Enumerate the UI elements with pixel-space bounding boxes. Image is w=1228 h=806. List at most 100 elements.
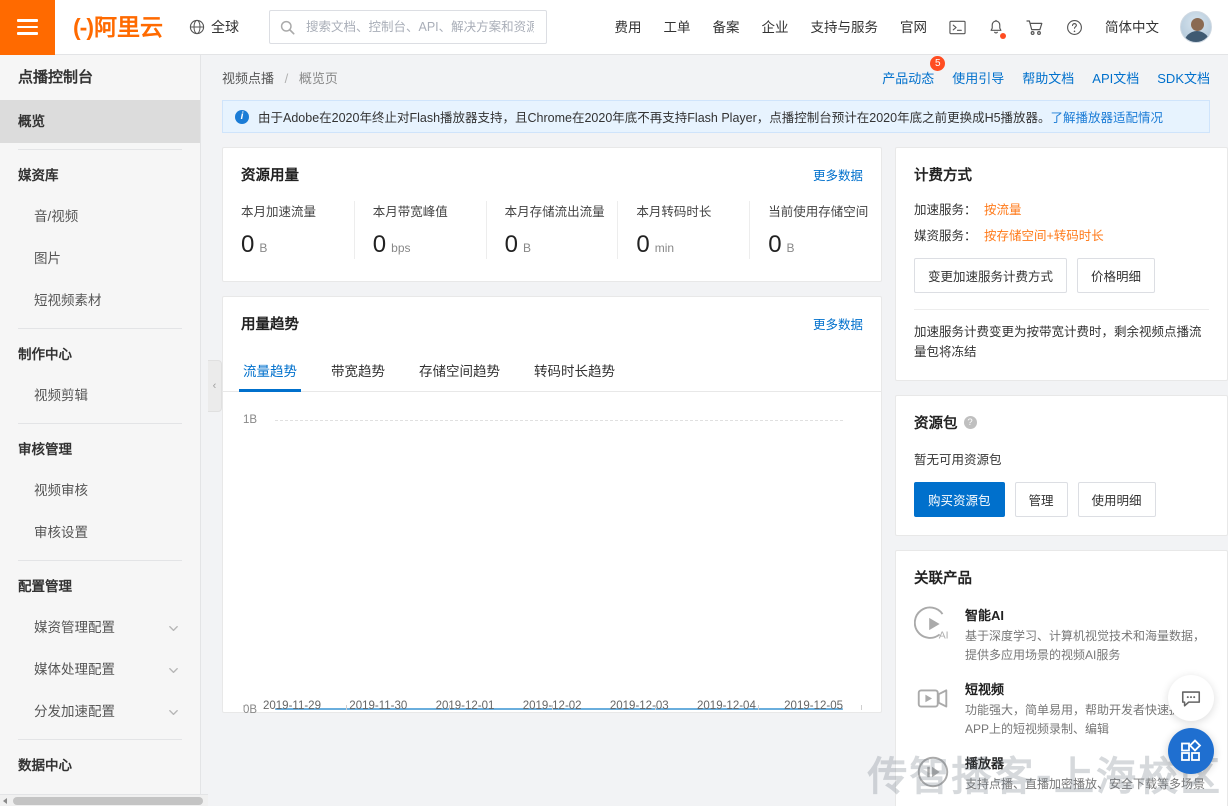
user-avatar[interactable] <box>1180 11 1212 43</box>
metric-label: 当前使用存储空间 <box>768 205 869 219</box>
metric-value: 0 <box>504 231 518 258</box>
sidebar-item-audit-settings[interactable]: 审核设置 <box>0 512 200 554</box>
billing-buttons: 变更加速服务计费方式 价格明细 <box>914 258 1209 293</box>
price-details-button[interactable]: 价格明细 <box>1077 258 1156 293</box>
doclink-usage-guide[interactable]: 使用引导 <box>952 68 1004 87</box>
billing-row-accel: 加速服务： 按流量 <box>914 199 1209 218</box>
notification-dot <box>1000 32 1006 39</box>
chart-x-tick <box>552 705 553 710</box>
metric-accel-traffic: 本月加速流量 0 B <box>223 201 355 259</box>
scrollbar-thumb[interactable] <box>13 797 203 805</box>
sidebar-group-audit-management: 审核管理 <box>18 442 72 457</box>
card-header: 资源用量 更多数据 <box>223 148 881 185</box>
search-icon <box>280 20 295 35</box>
y-axis-tick-top: 1B <box>243 414 258 426</box>
metric-value-wrap: 0 B <box>241 231 354 259</box>
sidebar-group-data-center: 数据中心 <box>18 758 72 773</box>
topnav-item-icp[interactable]: 备案 <box>702 0 751 55</box>
topnav-item-fee[interactable]: 费用 <box>604 0 653 55</box>
language-selector[interactable]: 简体中文 <box>1094 0 1170 55</box>
tab-transcode-trend[interactable]: 转码时长趋势 <box>532 352 617 391</box>
region-label: 全球 <box>210 19 239 35</box>
buy-resource-pack-button[interactable]: 购买资源包 <box>914 482 1005 517</box>
app-grid-icon <box>1181 739 1202 761</box>
metric-unit: bps <box>391 241 411 255</box>
breadcrumb-root[interactable]: 视频点播 <box>222 71 274 86</box>
sidebar-item-media-asset-config[interactable]: 媒资管理配置 <box>0 607 200 649</box>
metric-label: 本月转码时长 <box>636 205 712 219</box>
bell-icon[interactable] <box>977 19 1015 39</box>
app-grid-button[interactable] <box>1168 728 1214 774</box>
help-icon[interactable] <box>1055 19 1094 36</box>
product-item-short-video[interactable]: 短视频 功能强大，简单易用，帮助开发者快速拥有APP上的短视频录制、编辑 <box>914 679 1209 738</box>
aliyun-logo[interactable]: (-) 阿里云 <box>73 15 163 39</box>
chart-gridline <box>275 420 843 421</box>
metric-value: 0 <box>241 231 255 258</box>
sidebar-item-overview[interactable]: 概览 <box>0 100 200 143</box>
more-data-link[interactable]: 更多数据 <box>813 165 863 184</box>
sidebar-item-images[interactable]: 图片 <box>0 238 200 280</box>
more-data-link[interactable]: 更多数据 <box>813 314 863 333</box>
sidebar-scrollbar-horizontal[interactable] <box>0 794 208 806</box>
manage-button[interactable]: 管理 <box>1014 482 1068 517</box>
billing-value: 按流量 <box>984 203 1022 217</box>
sidebar-divider <box>18 328 182 329</box>
player-icon <box>917 757 949 788</box>
main-content: 视频点播 / 概览页 产品动态 5 使用引导 帮助文档 API文档 SDK文档 … <box>209 55 1228 806</box>
chevron-left-icon: ‹ <box>212 380 217 392</box>
resource-pack-card: 资源包 ? 暂无可用资源包 购买资源包 管理 使用明细 <box>895 395 1228 536</box>
sidebar-item-audio-video[interactable]: 音/视频 <box>0 196 200 238</box>
svg-text:AI: AI <box>939 630 949 641</box>
card-body: 暂无可用资源包 购买资源包 管理 使用明细 <box>896 433 1227 535</box>
doclink-sdk-doc[interactable]: SDK文档 <box>1157 68 1210 87</box>
sidebar-item-media-process-config[interactable]: 媒体处理配置 <box>0 649 200 691</box>
sidebar-item-video-editing[interactable]: 视频剪辑 <box>0 375 200 417</box>
sidebar-collapse-handle[interactable]: ‹ <box>208 360 222 412</box>
topnav-item-website[interactable]: 官网 <box>889 0 938 55</box>
metric-unit: B <box>786 241 795 255</box>
scroll-left-arrow-icon[interactable] <box>3 798 7 804</box>
sidebar-item-label: 概览 <box>18 114 45 129</box>
hamburger-icon[interactable] <box>0 0 55 55</box>
sidebar-item-label: 媒资管理配置 <box>34 620 115 635</box>
doclink-product-updates[interactable]: 产品动态 5 <box>882 56 946 87</box>
short-video-icon <box>917 689 948 708</box>
tab-traffic-trend[interactable]: 流量趋势 <box>239 352 301 392</box>
card-title: 关联产品 <box>914 571 972 587</box>
x-axis-tick: 2019-12-03 <box>609 700 669 712</box>
x-axis-tick: 2019-12-04 <box>697 700 756 712</box>
breadcrumb: 视频点播 / 概览页 <box>222 68 338 87</box>
product-item-ai[interactable]: AI 智能AI 基于深度学习、计算机视觉技术和海量数据，提供多应用场景的视频AI… <box>914 605 1209 664</box>
cart-icon[interactable] <box>1015 19 1055 36</box>
sidebar-group-config-management: 配置管理 <box>18 579 72 594</box>
chart-x-tick <box>449 705 450 710</box>
billing-key: 加速服务： <box>914 203 977 217</box>
sidebar-item-distribution-config[interactable]: 分发加速配置 <box>0 691 200 733</box>
chat-widget-button[interactable] <box>1168 675 1214 721</box>
terminal-icon[interactable] <box>938 19 977 36</box>
billing-row-media: 媒资服务： 按存储空间+转码时长 <box>914 225 1209 244</box>
usage-details-button[interactable]: 使用明细 <box>1077 482 1156 517</box>
metric-label: 本月加速流量 <box>241 205 317 219</box>
tab-storage-trend[interactable]: 存储空间趋势 <box>417 352 502 391</box>
question-icon[interactable]: ? <box>963 416 977 429</box>
region-selector[interactable]: 全球 <box>189 17 239 37</box>
tab-bandwidth-trend[interactable]: 带宽趋势 <box>329 352 387 391</box>
sidebar-item-short-video-assets[interactable]: 短视频素材 <box>0 280 200 322</box>
product-item-player[interactable]: 播放器 支持点播、直播加密播放、安全下载等多场景 <box>914 753 1209 794</box>
change-billing-method-button[interactable]: 变更加速服务计费方式 <box>914 258 1068 293</box>
doclink-help-doc[interactable]: 帮助文档 <box>1022 68 1074 87</box>
product-desc: 基于深度学习、计算机视觉技术和海量数据，提供多应用场景的视频AI服务 <box>965 629 1206 662</box>
topnav-item-ticket[interactable]: 工单 <box>653 0 702 55</box>
sidebar-group-production-center: 制作中心 <box>18 347 72 362</box>
sidebar-title: 点播控制台 <box>18 69 94 86</box>
topnav-item-enterprise[interactable]: 企业 <box>751 0 800 55</box>
search-input[interactable] <box>303 19 536 35</box>
topnav-item-support[interactable]: 支持与服务 <box>800 0 890 55</box>
sidebar-item-label: 媒体处理配置 <box>34 662 115 677</box>
sidebar-item-video-audit[interactable]: 视频审核 <box>0 470 200 512</box>
doclink-api-doc[interactable]: API文档 <box>1092 68 1139 87</box>
x-axis-labels: 2019-11-29 2019-11-30 2019-12-01 2019-12… <box>263 700 843 712</box>
search-box[interactable] <box>268 10 547 44</box>
notice-link[interactable]: 了解播放器适配情况 <box>1051 107 1164 126</box>
